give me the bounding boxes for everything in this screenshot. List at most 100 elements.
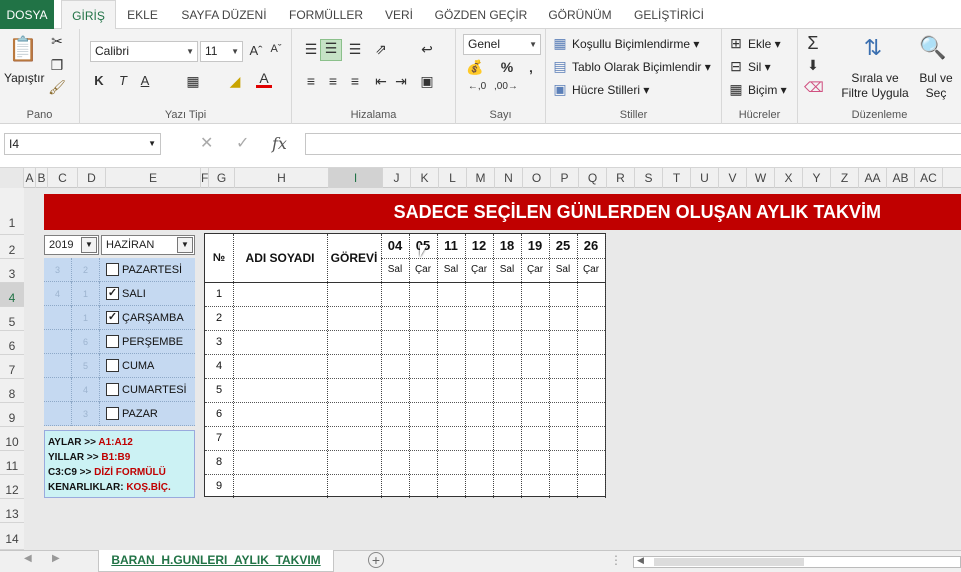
increase-decimal-icon[interactable]: ←,0	[466, 81, 488, 92]
formula-input[interactable]	[305, 133, 961, 155]
orientation-icon[interactable]: ⇗	[372, 41, 390, 58]
italic-icon[interactable]: T	[116, 73, 130, 88]
tab-splitter-icon[interactable]: ⋮	[610, 553, 622, 567]
weekday-checkbox[interactable]	[106, 263, 119, 276]
font-name-select[interactable]: Calibri ▼	[90, 41, 198, 62]
column-header[interactable]: D	[78, 168, 106, 188]
insert-cells-button[interactable]: Ekle ▾	[748, 37, 781, 51]
column-header[interactable]: U	[691, 168, 719, 188]
column-header[interactable]: C	[48, 168, 78, 188]
weekday-checkbox[interactable]	[106, 407, 119, 420]
percent-icon[interactable]: %	[500, 59, 514, 75]
select-all-button[interactable]	[0, 168, 24, 188]
column-header[interactable]: M	[467, 168, 495, 188]
name-box[interactable]: I4 ▼	[4, 133, 161, 155]
column-header[interactable]: T	[663, 168, 691, 188]
align-left-icon[interactable]: ≡	[302, 73, 320, 89]
find-select-button[interactable]: Bul ve Seç	[914, 71, 958, 101]
cancel-icon[interactable]: ✕	[200, 133, 213, 155]
month-select[interactable]: HAZİRAN ▼	[101, 235, 195, 255]
format-as-table-button[interactable]: Tablo Olarak Biçimlendir ▾	[572, 60, 711, 74]
column-header[interactable]: G	[209, 168, 235, 188]
tab-formulas[interactable]: FORMÜLLER	[282, 0, 370, 29]
insert-function-icon[interactable]: fx	[272, 133, 287, 155]
column-header[interactable]: AB	[887, 168, 915, 188]
column-header[interactable]: I	[329, 168, 383, 188]
row-header[interactable]: 10	[0, 427, 24, 451]
align-right-icon[interactable]: ≡	[346, 73, 364, 89]
wrap-text-icon[interactable]: ↩	[418, 41, 436, 58]
next-sheet-icon[interactable]: ▶	[52, 553, 60, 564]
column-header[interactable]: E	[106, 168, 201, 188]
column-header[interactable]: S	[635, 168, 663, 188]
fill-icon[interactable]: ⬇	[804, 57, 822, 74]
decrease-decimal-icon[interactable]: ,00→	[494, 81, 518, 92]
prev-sheet-icon[interactable]: ◀	[24, 553, 32, 564]
tab-developer[interactable]: GELİŞTİRİCİ	[628, 0, 710, 29]
currency-icon[interactable]: 💰	[466, 59, 484, 76]
grow-font-icon[interactable]: Aˆ	[248, 43, 264, 58]
column-header[interactable]: O	[523, 168, 551, 188]
column-header[interactable]: A	[24, 168, 36, 188]
format-cells-button[interactable]: Biçim ▾	[748, 83, 787, 97]
tab-review[interactable]: GÖZDEN GEÇİR	[428, 0, 534, 29]
row-header[interactable]: 5	[0, 307, 24, 331]
enter-icon[interactable]: ✓	[236, 133, 249, 155]
row-header[interactable]: 14	[0, 523, 24, 550]
font-color-icon[interactable]: A	[256, 71, 272, 88]
align-middle-icon[interactable]: ☰	[320, 39, 342, 61]
increase-indent-icon[interactable]: ⇥	[392, 73, 410, 90]
autosum-icon[interactable]: Σ	[804, 33, 822, 54]
tab-file[interactable]: DOSYA	[0, 0, 54, 29]
format-painter-icon[interactable]: 🖌	[48, 79, 66, 96]
fill-color-icon[interactable]: ◢	[226, 73, 244, 90]
sheet-tab[interactable]: BARAN_H.GUNLERI_AYLIK_TAKVIM	[98, 550, 334, 572]
row-header[interactable]: 11	[0, 451, 24, 475]
row-header[interactable]: 2	[0, 235, 24, 259]
scroll-left-icon[interactable]: ◀	[637, 555, 644, 566]
scroll-thumb[interactable]	[654, 558, 804, 566]
cell-styles-button[interactable]: Hücre Stilleri ▾	[572, 83, 649, 97]
weekday-checkbox[interactable]	[106, 359, 119, 372]
conditional-formatting-button[interactable]: Koşullu Biçimlendirme ▾	[572, 37, 699, 51]
align-bottom-icon[interactable]: ☰	[346, 41, 364, 58]
row-header[interactable]: 9	[0, 403, 24, 427]
year-select[interactable]: 2019 ▼	[44, 235, 99, 255]
row-header[interactable]: 8	[0, 379, 24, 403]
copy-icon[interactable]: ❐	[48, 57, 66, 74]
tab-home[interactable]: GİRİŞ	[61, 0, 116, 30]
comma-icon[interactable]: ‚	[524, 59, 538, 75]
row-header[interactable]: 4	[0, 283, 24, 307]
column-header[interactable]: H	[235, 168, 329, 188]
row-header[interactable]: 13	[0, 499, 24, 523]
merge-center-icon[interactable]: ▣	[418, 73, 436, 90]
weekday-checkbox[interactable]	[106, 383, 119, 396]
column-header[interactable]: Y	[803, 168, 831, 188]
tab-insert[interactable]: EKLE	[120, 0, 165, 29]
borders-icon[interactable]: ▦	[184, 73, 202, 90]
column-header[interactable]: W	[747, 168, 775, 188]
cut-icon[interactable]: ✂	[48, 33, 66, 50]
tab-page-layout[interactable]: SAYFA DÜZENİ	[170, 0, 278, 29]
sort-filter-button[interactable]: Sırala ve Filtre Uygula	[838, 71, 912, 101]
delete-cells-button[interactable]: Sil ▾	[748, 60, 771, 74]
row-header[interactable]: 6	[0, 331, 24, 355]
weekday-checkbox[interactable]: ✓	[106, 287, 119, 300]
column-header[interactable]: V	[719, 168, 747, 188]
tab-view[interactable]: GÖRÜNÜM	[540, 0, 620, 29]
horizontal-scrollbar[interactable]: ◀	[633, 555, 961, 568]
paste-icon[interactable]: 📋	[8, 35, 38, 65]
weekday-checkbox[interactable]: ✓	[106, 311, 119, 324]
align-center-icon[interactable]: ≡	[324, 73, 342, 89]
column-header[interactable]: Q	[579, 168, 607, 188]
column-header[interactable]: AC	[915, 168, 943, 188]
tab-data[interactable]: VERİ	[376, 0, 422, 29]
add-sheet-icon[interactable]: +	[368, 552, 384, 568]
number-format-select[interactable]: Genel ▼	[463, 34, 541, 55]
column-header[interactable]: B	[36, 168, 48, 188]
column-header[interactable]: X	[775, 168, 803, 188]
column-header[interactable]: R	[607, 168, 635, 188]
column-header[interactable]: J	[383, 168, 411, 188]
column-header[interactable]: N	[495, 168, 523, 188]
row-header[interactable]: 1	[0, 188, 24, 235]
